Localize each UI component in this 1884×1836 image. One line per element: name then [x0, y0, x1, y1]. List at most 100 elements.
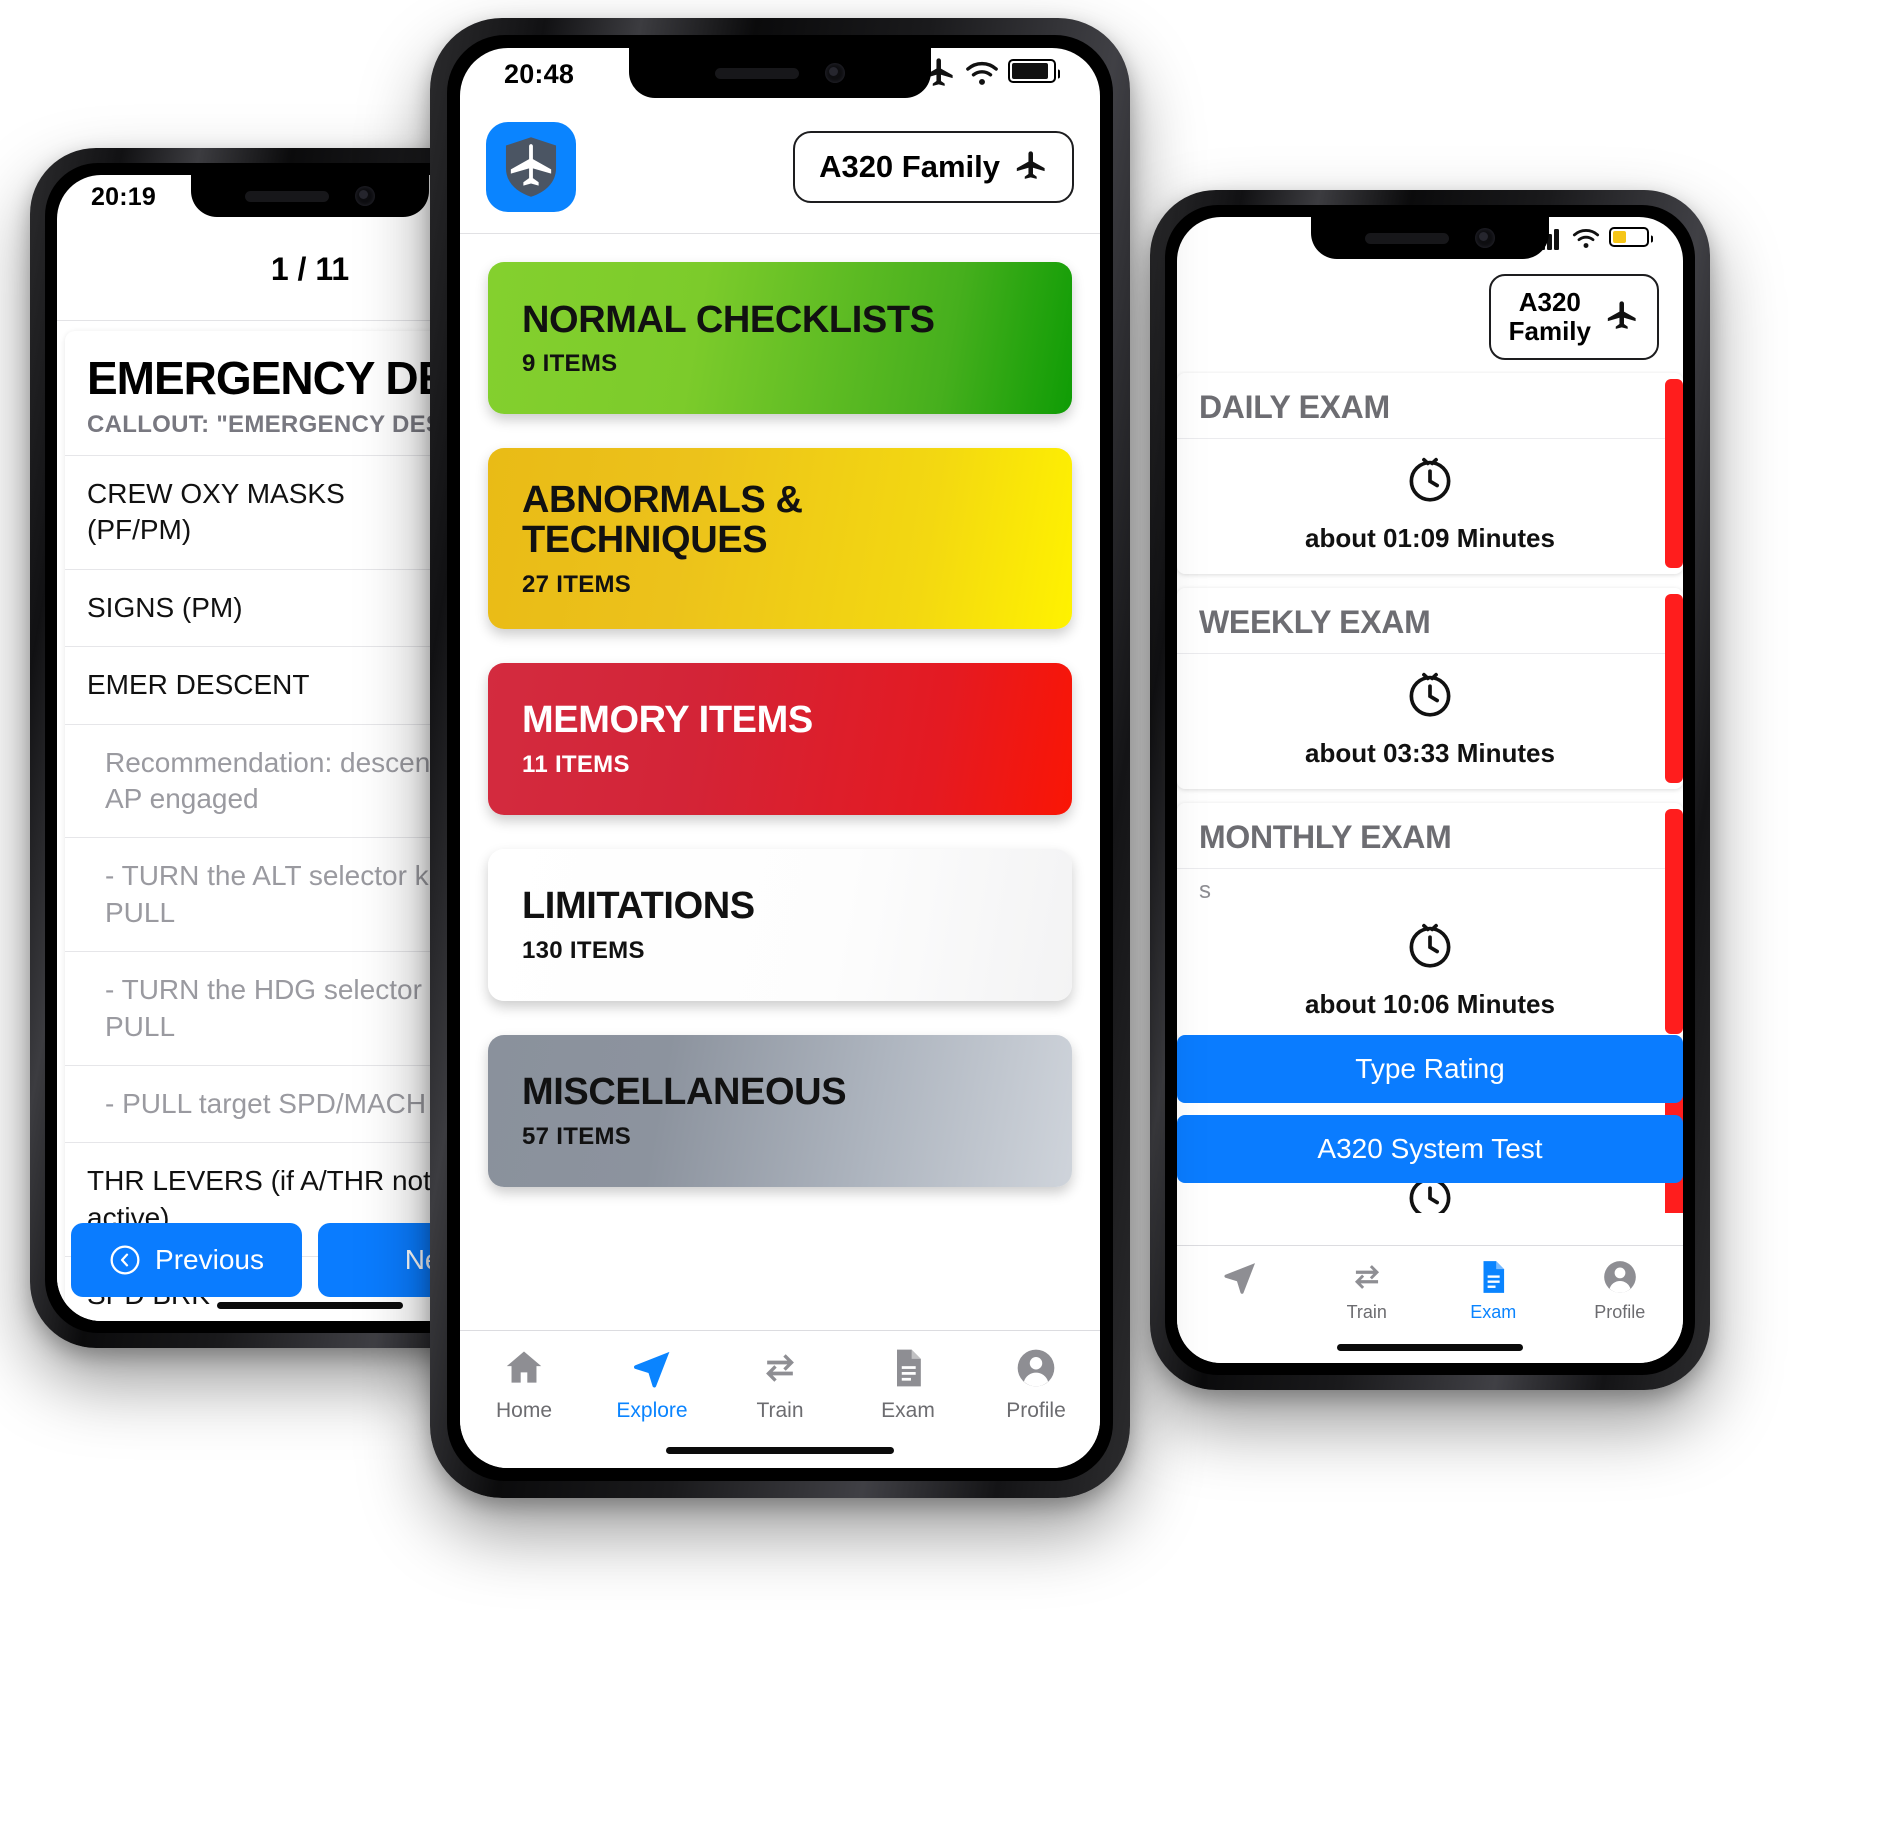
exam-duration-block: about 03:33 Minutes	[1177, 654, 1683, 769]
home-indicator[interactable]	[1337, 1344, 1523, 1351]
phone-right-screen: A320 Family DAILY EXAM about 01:09 Minut…	[1177, 217, 1683, 1363]
category-count: 11 ITEMS	[522, 750, 630, 778]
phone-center-notch	[629, 48, 931, 98]
tab-explore[interactable]	[1177, 1258, 1304, 1323]
aircraft-chip-text: A320 Family	[1508, 286, 1591, 346]
phone-center-screen: 20:48 A320 Family NORMAL CHECKLISTS 9 IT…	[460, 48, 1100, 1468]
exam-duration: about 03:33 Minutes	[1305, 738, 1555, 768]
phone-left-notch	[191, 175, 429, 217]
clock-icon	[1404, 668, 1456, 720]
phone-right-notch	[1311, 217, 1549, 259]
clock-icon	[1404, 453, 1456, 505]
aircraft-selector-right[interactable]: A320 Family	[1177, 263, 1683, 371]
page-indicator-label: 1 / 11	[270, 251, 350, 287]
exam-title: WEEKLY EXAM	[1177, 604, 1683, 654]
tab-exam[interactable]: Exam	[1430, 1258, 1557, 1323]
wifi-icon	[1572, 229, 1600, 248]
clock-icon	[1409, 672, 1451, 717]
aircraft-selector[interactable]: A320 Family	[793, 130, 1074, 203]
tab-exam[interactable]: Exam	[844, 1345, 972, 1423]
aircraft-chip-line2: Family	[1508, 316, 1591, 346]
front-camera-icon	[825, 63, 845, 83]
exam-status-stripe	[1665, 594, 1683, 783]
tab-train[interactable]: Train	[1304, 1258, 1431, 1323]
battery-icon	[1008, 58, 1060, 90]
previous-button[interactable]: Previous	[71, 1223, 302, 1297]
right-action-buttons: Type Rating A320 System Test	[1177, 1035, 1683, 1213]
compass-icon	[633, 1351, 670, 1388]
app-logo[interactable]	[486, 121, 576, 212]
category-count: 9 ITEMS	[522, 350, 618, 378]
exam-duration-block: about 01:09 Minutes	[1177, 439, 1683, 554]
category-card-yellow[interactable]: ABNORMALS & TECHNIQUES 27 ITEMS	[488, 448, 1072, 629]
compass-icon	[629, 1345, 675, 1391]
exam-title: MONTHLY EXAM	[1177, 819, 1683, 869]
arrow-left-circle-icon	[110, 1245, 140, 1275]
category-title: LIMITATIONS	[522, 885, 755, 928]
person-icon	[1017, 1349, 1055, 1387]
tab-explore[interactable]: Explore	[588, 1345, 716, 1423]
repeat-icon	[1354, 1265, 1379, 1289]
exam-card[interactable]: DAILY EXAM about 01:09 Minutes	[1177, 373, 1683, 574]
tab-label: Profile	[1006, 1399, 1066, 1422]
tab-label: Train	[756, 1399, 804, 1422]
category-card-grey[interactable]: MISCELLANEOUS 57 ITEMS	[488, 1034, 1072, 1187]
exam-card[interactable]: WEEKLY EXAM about 03:33 Minutes	[1177, 588, 1683, 789]
category-title: MEMORY ITEMS	[522, 699, 813, 742]
earpiece-speaker	[245, 190, 329, 202]
repeat-icon	[1348, 1258, 1386, 1296]
exam-status-stripe	[1665, 379, 1683, 568]
right-button-type-rating[interactable]: Type Rating	[1177, 1035, 1683, 1103]
repeat-icon	[757, 1345, 803, 1391]
exam-status-stripe	[1665, 809, 1683, 1034]
tab-home[interactable]: Home	[460, 1345, 588, 1423]
airplane-icon	[1607, 301, 1636, 329]
exam-title: DAILY EXAM	[1177, 389, 1683, 439]
earpiece-speaker	[715, 67, 799, 79]
category-title: ABNORMALS & TECHNIQUES	[522, 479, 803, 562]
clock-icon	[1409, 457, 1451, 502]
aircraft-chip[interactable]: A320 Family	[1488, 273, 1659, 361]
tab-train[interactable]: Train	[716, 1345, 844, 1423]
airplane-icon	[1016, 150, 1045, 179]
aircraft-selector-label: A320 Family	[819, 148, 1000, 184]
home-indicator[interactable]	[217, 1302, 403, 1309]
status-time: 20:48	[504, 58, 575, 89]
category-card-red[interactable]: MEMORY ITEMS 11 ITEMS	[488, 662, 1072, 815]
person-icon	[1013, 1345, 1059, 1391]
document-icon	[1483, 1261, 1505, 1293]
category-card-white[interactable]: LIMITATIONS 130 ITEMS	[488, 848, 1072, 1001]
compass-icon	[1221, 1258, 1259, 1296]
person-icon	[1603, 1261, 1636, 1293]
earpiece-speaker	[1365, 232, 1449, 244]
right-button-a320-system-test[interactable]: A320 System Test	[1177, 1115, 1683, 1183]
tab-label: Exam	[1470, 1302, 1517, 1322]
front-camera-icon	[1475, 228, 1495, 248]
tab-label: Profile	[1594, 1302, 1646, 1322]
category-count: 57 ITEMS	[522, 1122, 632, 1150]
document-icon	[1474, 1258, 1512, 1296]
phone-right: A320 Family DAILY EXAM about 01:09 Minut…	[1150, 190, 1710, 1390]
exam-duration-block: about 10:06 Minutes	[1177, 905, 1683, 1020]
document-icon	[885, 1345, 931, 1391]
person-icon	[1601, 1258, 1639, 1296]
exam-subtext: s	[1199, 877, 1211, 904]
home-icon	[501, 1345, 547, 1391]
status-time: 20:19	[91, 182, 156, 211]
exam-duration: about 10:06 Minutes	[1305, 989, 1555, 1019]
category-title: MISCELLANEOUS	[522, 1071, 847, 1114]
category-list[interactable]: NORMAL CHECKLISTS 9 ITEMS ABNORMALS & TECH…	[460, 234, 1100, 1330]
tab-profile[interactable]: Profile	[972, 1345, 1100, 1423]
screenshot-stage: 20:19 1 / 11 EMERGENCY DESCENT CALLOUT: …	[0, 0, 1884, 1836]
tab-label: Home	[495, 1399, 553, 1422]
aircraft-chip-line1: A320	[1518, 286, 1581, 317]
compass-icon	[1224, 1263, 1256, 1294]
tab-label: Train	[1346, 1302, 1387, 1322]
wifi-icon	[966, 62, 998, 85]
home-indicator[interactable]	[666, 1447, 894, 1454]
category-card-green[interactable]: NORMAL CHECKLISTS 9 ITEMS	[488, 262, 1072, 414]
tab-profile[interactable]: Profile	[1557, 1258, 1684, 1323]
category-cards: NORMAL CHECKLISTS 9 ITEMS ABNORMALS & TECH…	[488, 262, 1072, 1187]
exam-card[interactable]: MONTHLY EXAM s about 10:06 Minutes	[1177, 803, 1683, 1040]
app-header: A320 Family	[460, 100, 1100, 234]
